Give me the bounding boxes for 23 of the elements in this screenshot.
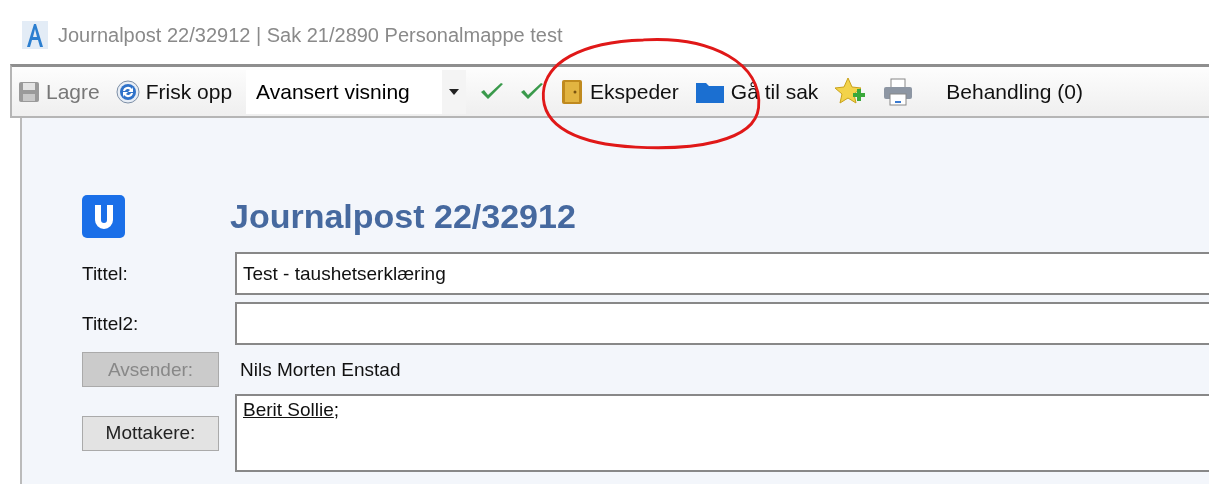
printer-icon[interactable] — [882, 76, 915, 107]
u-badge-icon — [82, 194, 125, 238]
recipient-link[interactable]: Berit Sollie — [243, 399, 334, 420]
refresh-icon — [115, 79, 140, 104]
app-logo-icon — [22, 21, 48, 49]
checkmark-icon[interactable] — [520, 81, 545, 102]
text-field[interactable] — [235, 302, 1209, 345]
door-icon — [560, 78, 585, 105]
recipients-button[interactable]: Mottakere: — [82, 415, 219, 451]
checkmark-icon[interactable] — [480, 81, 505, 102]
view-dropdown[interactable]: Avansert visning — [246, 69, 443, 114]
sender-name: Nils Morten Enstad — [239, 358, 402, 381]
window-title: Journalpost 22/32912 | Sak 21/2890 Personalmappe test — [58, 23, 563, 47]
form-heading: Journalpost 22/32912 — [230, 196, 576, 236]
separator-text: ; — [333, 399, 340, 420]
toolbar-button[interactable]: Frisk opp — [113, 77, 235, 106]
star-plus-icon[interactable] — [834, 76, 867, 107]
toolbar-button[interactable]: Ekspeder — [558, 76, 681, 107]
toolbar-button[interactable]: Behandling (0) — [944, 77, 1085, 106]
text-field[interactable]: Test - taushetserklæring — [235, 252, 1209, 295]
recipients-field[interactable]: Berit Sollie; — [235, 394, 1209, 472]
field-label: Tittel2: — [82, 312, 140, 335]
field-label: Tittel: — [82, 262, 129, 285]
